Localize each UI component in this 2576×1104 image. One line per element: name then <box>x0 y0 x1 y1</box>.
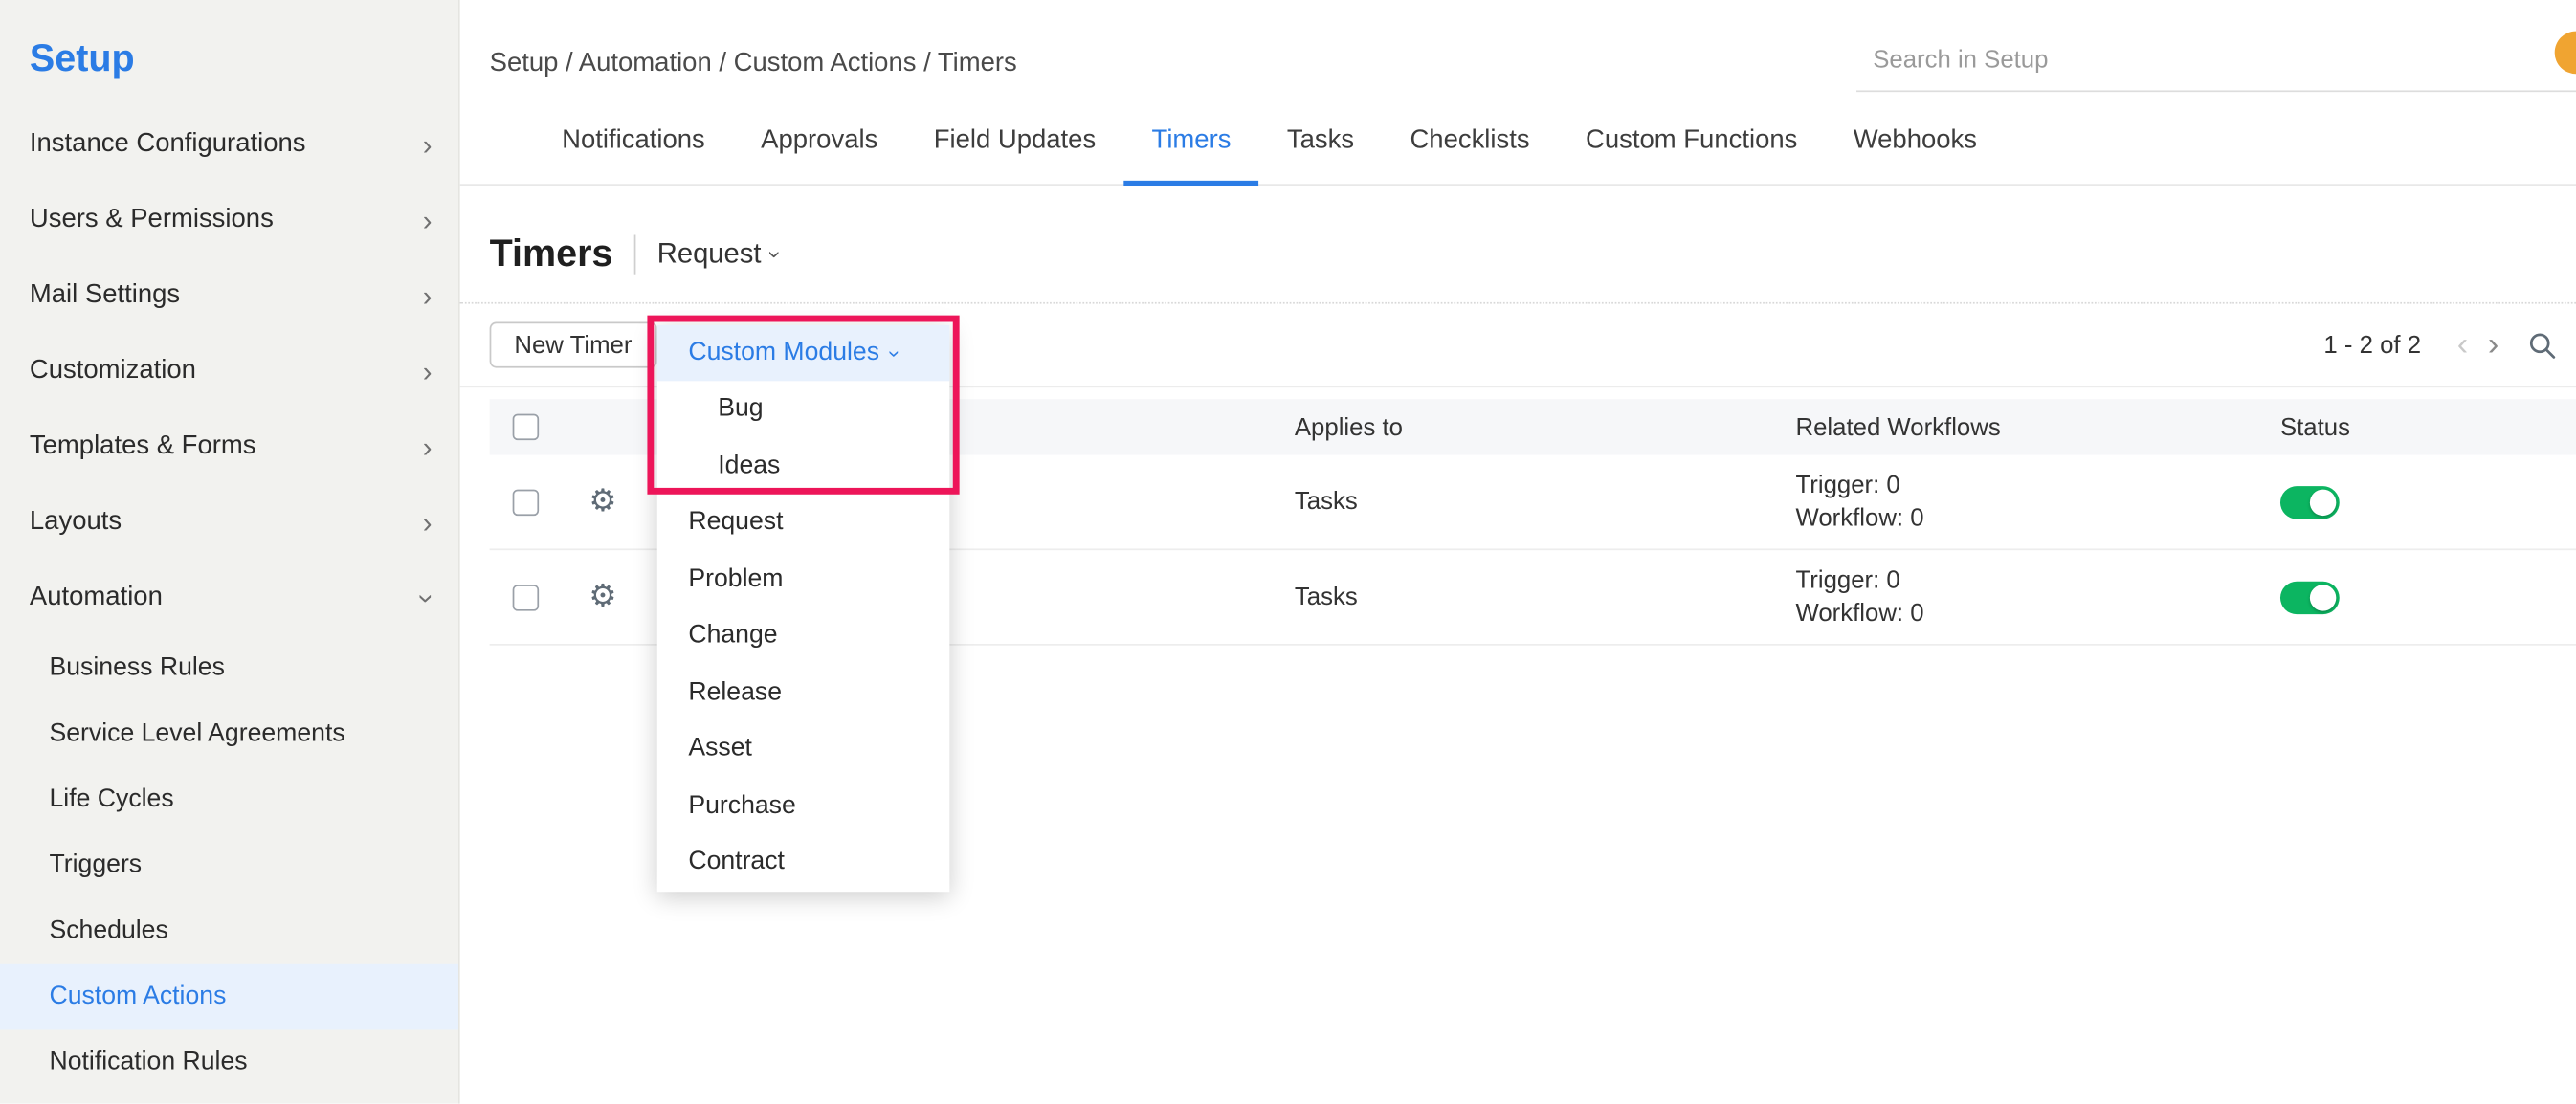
pagination-prev-icon[interactable]: ‹ <box>2457 328 2468 361</box>
trigger-count: Trigger: 0 <box>1796 564 2280 597</box>
dropdown-item-bug[interactable]: Bug <box>657 381 950 437</box>
chevron-down-icon: › <box>884 349 909 356</box>
setup-page: Setup Instance Configurations › Users & … <box>0 0 2576 1104</box>
sidebar-item-label: Automation <box>30 583 163 612</box>
tab-custom-functions[interactable]: Custom Functions <box>1558 126 1826 186</box>
search-input[interactable] <box>1856 39 2520 80</box>
sidebar-subitem-label: Service Level Agreements <box>50 719 345 749</box>
list-search-icon[interactable] <box>2528 331 2556 359</box>
toggle-knob <box>2310 584 2336 609</box>
select-all-checkbox[interactable] <box>513 414 539 440</box>
setup-title: Setup <box>0 36 458 107</box>
pagination-next-icon[interactable]: › <box>2488 328 2498 361</box>
chevron-down-icon: › <box>413 593 441 603</box>
chevron-right-icon: › <box>423 281 433 309</box>
dropdown-item-ideas[interactable]: Ideas <box>657 438 950 495</box>
module-selector-value: Request <box>657 237 762 270</box>
sidebar-item-instance-configurations[interactable]: Instance Configurations › <box>0 107 458 183</box>
pagination-label: 1 - 2 of 2 <box>2323 331 2421 359</box>
toggle-knob <box>2310 489 2336 515</box>
status-toggle[interactable] <box>2280 485 2340 518</box>
sidebar-item-automation[interactable]: Automation › <box>0 560 458 635</box>
dropdown-item-request[interactable]: Request <box>657 495 950 551</box>
tab-timers[interactable]: Timers <box>1123 126 1258 186</box>
sidebar-item-users-permissions[interactable]: Users & Permissions › <box>0 183 458 258</box>
column-header-applies-to: Applies to <box>1295 413 1796 441</box>
chevron-right-icon: › <box>423 357 433 385</box>
module-selector-dropdown[interactable]: Request › <box>657 237 781 270</box>
breadcrumb[interactable]: Setup / Automation / Custom Actions / Ti… <box>490 50 1017 79</box>
chevron-right-icon: › <box>423 432 433 460</box>
row-checkbox[interactable] <box>513 489 539 515</box>
sidebar-item-customization[interactable]: Customization › <box>0 334 458 409</box>
sidebar-subitem-service-level-agreements[interactable]: Service Level Agreements <box>0 701 458 767</box>
sidebar-item-label: Instance Configurations <box>30 130 306 160</box>
dropdown-item-purchase[interactable]: Purchase <box>657 778 950 834</box>
sidebar-item-label: Mail Settings <box>30 281 180 311</box>
dropdown-item-change[interactable]: Change <box>657 607 950 664</box>
dropdown-item-contract[interactable]: Contract <box>657 834 950 891</box>
new-timer-button[interactable]: New Timer <box>490 322 657 368</box>
dropdown-item-asset[interactable]: Asset <box>657 721 950 778</box>
sidebar-subitem-label: Custom Actions <box>50 983 227 1012</box>
sidebar-subitem-notification-rules[interactable]: Notification Rules <box>0 1029 458 1095</box>
applies-to-cell: Tasks <box>1295 583 1796 610</box>
sidebar-subitem-triggers[interactable]: Triggers <box>0 832 458 898</box>
sidebar-subitem-custom-actions[interactable]: Custom Actions <box>0 964 458 1030</box>
setup-sidebar: Setup Instance Configurations › Users & … <box>0 0 460 1104</box>
tab-checklists[interactable]: Checklists <box>1382 126 1558 186</box>
sidebar-subitem-label: Schedules <box>50 916 168 946</box>
chevron-right-icon: › <box>423 130 433 158</box>
dropdown-group-custom-modules[interactable]: Custom Modules › <box>657 325 950 381</box>
tab-tasks[interactable]: Tasks <box>1259 126 1383 186</box>
workflow-count: Workflow: 0 <box>1796 597 2280 629</box>
dropdown-item-release[interactable]: Release <box>657 664 950 720</box>
tab-approvals[interactable]: Approvals <box>733 126 906 186</box>
dropdown-group-label: Custom Modules <box>688 339 879 368</box>
sidebar-subitem-label: Triggers <box>50 850 143 880</box>
custom-actions-tabs: Notifications Approvals Field Updates Ti… <box>460 92 2576 186</box>
tab-field-updates[interactable]: Field Updates <box>906 126 1124 186</box>
sidebar-item-mail-settings[interactable]: Mail Settings › <box>0 258 458 334</box>
sidebar-subitem-label: Notification Rules <box>50 1048 248 1077</box>
related-workflows-cell: Trigger: 0 Workflow: 0 <box>1796 564 2280 630</box>
chevron-down-icon: › <box>764 250 789 257</box>
sidebar-item-label: Customization <box>30 357 196 386</box>
sidebar-subitem-label: Business Rules <box>50 653 225 683</box>
sidebar-subitem-business-rules[interactable]: Business Rules <box>0 635 458 701</box>
trigger-count: Trigger: 0 <box>1796 469 2280 501</box>
sidebar-item-templates-forms[interactable]: Templates & Forms › <box>0 408 458 484</box>
page-title: Timers <box>490 232 613 276</box>
applies-to-cell: Tasks <box>1295 488 1796 516</box>
sidebar-subitem-life-cycles[interactable]: Life Cycles <box>0 767 458 833</box>
title-divider <box>634 234 636 274</box>
chevron-right-icon: › <box>423 206 433 233</box>
title-row: Timers Request › <box>460 186 2576 304</box>
sidebar-subitem-label: Life Cycles <box>50 785 174 815</box>
related-workflows-cell: Trigger: 0 Workflow: 0 <box>1796 469 2280 535</box>
workflow-count: Workflow: 0 <box>1796 501 2280 534</box>
topbar: Setup / Automation / Custom Actions / Ti… <box>460 0 2576 92</box>
gear-icon[interactable]: ⚙ <box>562 483 644 520</box>
gear-icon[interactable]: ⚙ <box>562 578 644 615</box>
sidebar-subitem-schedules[interactable]: Schedules <box>0 898 458 964</box>
tab-webhooks[interactable]: Webhooks <box>1826 126 2006 186</box>
dropdown-item-problem[interactable]: Problem <box>657 551 950 607</box>
sidebar-item-layouts[interactable]: Layouts › <box>0 484 458 560</box>
row-checkbox[interactable] <box>513 584 539 609</box>
sidebar-item-label: Templates & Forms <box>30 432 256 462</box>
module-dropdown-menu: Custom Modules › Bug Ideas Request Probl… <box>657 325 950 891</box>
column-header-status: Status <box>2280 413 2576 441</box>
tab-notifications[interactable]: Notifications <box>534 126 733 186</box>
chevron-right-icon: › <box>423 508 433 536</box>
sidebar-item-label: Layouts <box>30 508 122 538</box>
column-header-related-workflows: Related Workflows <box>1796 413 2280 441</box>
status-toggle[interactable] <box>2280 581 2340 613</box>
setup-search <box>1856 39 2576 92</box>
sidebar-item-label: Users & Permissions <box>30 206 274 235</box>
